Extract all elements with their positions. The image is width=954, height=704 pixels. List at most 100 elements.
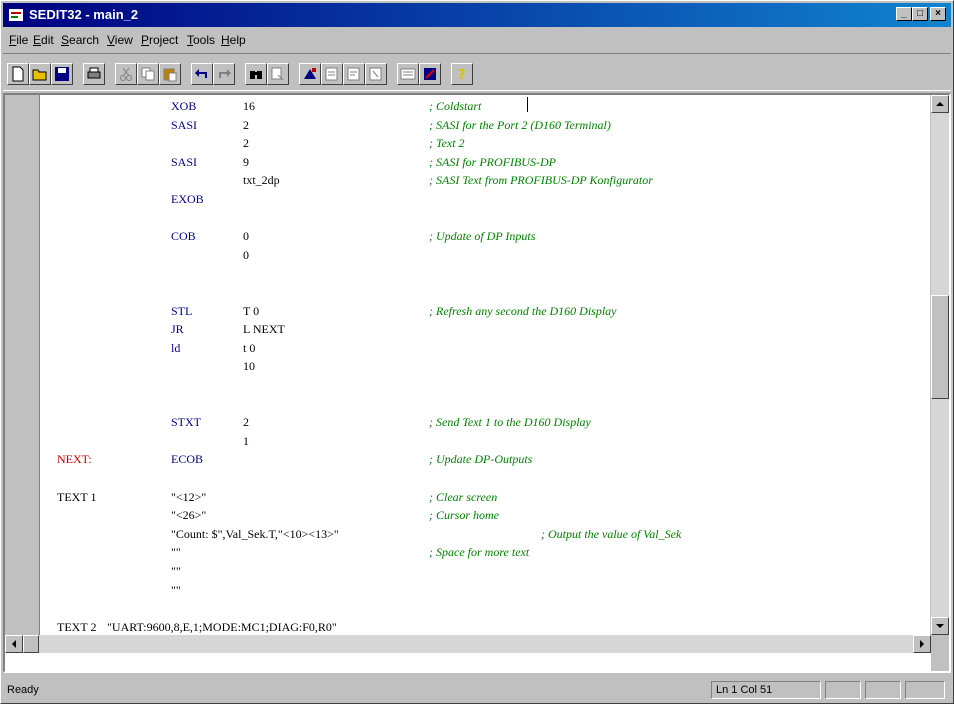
code-comment: ; Refresh any second the D160 Display	[429, 303, 617, 318]
build-button[interactable]	[299, 63, 321, 85]
code-instruction: ECOB	[171, 452, 204, 467]
code-instruction: XOB	[171, 99, 197, 113]
undo-button[interactable]	[191, 63, 213, 85]
paste-button[interactable]	[159, 63, 181, 85]
cut-icon	[120, 67, 132, 81]
code-comment: ; SASI for PROFIBUS-DP	[429, 154, 556, 169]
right-arrow-icon	[920, 640, 924, 648]
maximize-button[interactable]: □	[912, 7, 928, 21]
code-comment: ; Update of DP Inputs	[429, 229, 536, 244]
code-comment: ; Cursor home	[429, 508, 500, 523]
code-comment: ; Send Text 1 to the D160 Display	[429, 415, 591, 430]
horizontal-scroll-thumb[interactable]	[23, 635, 39, 653]
menu-file[interactable]: File	[9, 33, 28, 47]
scroll-right-button[interactable]	[913, 635, 931, 653]
open-button[interactable]	[29, 63, 51, 85]
code-instruction: "<12>"	[171, 489, 207, 504]
code-instruction: SASI	[171, 117, 198, 132]
menu-bar: File Edit Search View Project Tools Help	[3, 29, 951, 51]
cut-button[interactable]	[115, 63, 137, 85]
replace-icon	[271, 67, 284, 81]
code-instruction: ""	[171, 582, 181, 597]
code-operand: 10	[243, 359, 255, 374]
code-instruction: EXOB	[171, 192, 204, 206]
print-icon	[87, 67, 101, 79]
menu-view[interactable]: View	[107, 33, 133, 47]
code-instruction: STXT	[171, 415, 201, 430]
code-instruction: JR	[171, 322, 184, 337]
build-icon	[304, 68, 316, 79]
code-editor[interactable]: XOB 16 ; Coldstart SASI 2 ; SASI for the Port…	[3, 93, 951, 673]
help-icon: ?	[458, 68, 466, 82]
menu-search[interactable]: Search	[61, 33, 99, 47]
open-folder-icon	[32, 69, 47, 81]
settings-button[interactable]	[419, 63, 441, 85]
redo-icon	[219, 69, 231, 78]
code-operand: t 0	[243, 340, 256, 355]
compile-icon	[325, 67, 338, 81]
code-instruction: "<26>"	[171, 508, 207, 523]
find-button[interactable]	[245, 63, 267, 85]
size-grip[interactable]	[931, 635, 949, 671]
minimize-button[interactable]: _	[896, 7, 912, 21]
down-arrow-icon	[936, 624, 944, 628]
settings-icon	[424, 68, 436, 80]
close-button[interactable]: ×	[930, 7, 946, 21]
code-comment: ; Update DP-Outputs	[429, 452, 533, 467]
code-operand: 2	[243, 415, 249, 430]
compile-button[interactable]	[321, 63, 343, 85]
vertical-scrollbar[interactable]	[930, 95, 949, 635]
title-bar[interactable]: SEDIT32 - main_2 _ □ ×	[3, 3, 951, 27]
status-bar: Ready Ln 1 Col 51	[3, 679, 951, 701]
code-comment: ; SASI Text from PROFIBUS-DP Konfigurato…	[429, 173, 653, 188]
redo-button[interactable]	[213, 63, 235, 85]
link-button[interactable]	[343, 63, 365, 85]
scroll-left-button[interactable]	[5, 635, 23, 653]
scroll-thumb[interactable]	[931, 295, 949, 399]
menu-help[interactable]: Help	[221, 33, 246, 47]
code-operand: 2	[243, 117, 249, 132]
help-button[interactable]: ?	[451, 63, 473, 85]
window-title: SEDIT32 - main_2	[29, 7, 139, 22]
code-operand: 9	[243, 154, 249, 169]
copy-icon	[141, 67, 155, 81]
status-panel-2	[865, 681, 901, 699]
copy-button[interactable]	[137, 63, 159, 85]
find-icon	[250, 71, 262, 79]
new-file-button[interactable]	[7, 63, 29, 85]
scroll-down-button[interactable]	[931, 617, 949, 635]
scroll-up-button[interactable]	[931, 95, 949, 113]
code-comment: ; Clear screen	[429, 489, 498, 504]
code-operand: 1	[243, 433, 249, 448]
code-instruction: "UART:9600,8,E,1;MODE:MC1;DIAG:F0,R0"	[107, 619, 337, 634]
up-arrow-icon	[936, 102, 944, 106]
menu-project[interactable]: Project	[141, 33, 178, 47]
code-operand: T 0	[243, 303, 260, 318]
save-icon	[55, 67, 69, 81]
code-label: NEXT:	[57, 452, 92, 467]
menu-edit[interactable]: Edit	[33, 33, 54, 47]
code-instruction: ""	[171, 545, 181, 560]
code-label: TEXT 1	[57, 489, 97, 504]
cursor-position: Ln 1 Col 51	[711, 681, 821, 699]
link-icon	[347, 67, 360, 81]
code-operand: 2	[243, 136, 249, 151]
left-arrow-icon	[12, 640, 16, 648]
download-icon	[369, 67, 382, 81]
code-area[interactable]: XOB 16 ; Coldstart SASI 2 ; SASI for the Port…	[53, 95, 933, 635]
replace-button[interactable]	[267, 63, 289, 85]
download-button[interactable]	[365, 63, 387, 85]
code-instruction: STL	[171, 303, 193, 318]
code-operand: txt_2dp	[243, 173, 280, 188]
status-text: Ready	[7, 684, 39, 696]
status-panel-3	[905, 681, 945, 699]
save-button[interactable]	[51, 63, 73, 85]
sedit32-window: SEDIT32 - main_2 _ □ × File Edit Search …	[0, 0, 954, 704]
print-button[interactable]	[83, 63, 105, 85]
editor-gutter	[5, 95, 40, 635]
code-comment: ; Text 2	[429, 136, 465, 151]
monitor-button[interactable]	[397, 63, 419, 85]
horizontal-scrollbar[interactable]	[5, 635, 931, 653]
menu-tools[interactable]: Tools	[187, 33, 215, 47]
code-instruction: "Count: $",Val_Sek.T,"<10><13>"	[171, 526, 339, 541]
